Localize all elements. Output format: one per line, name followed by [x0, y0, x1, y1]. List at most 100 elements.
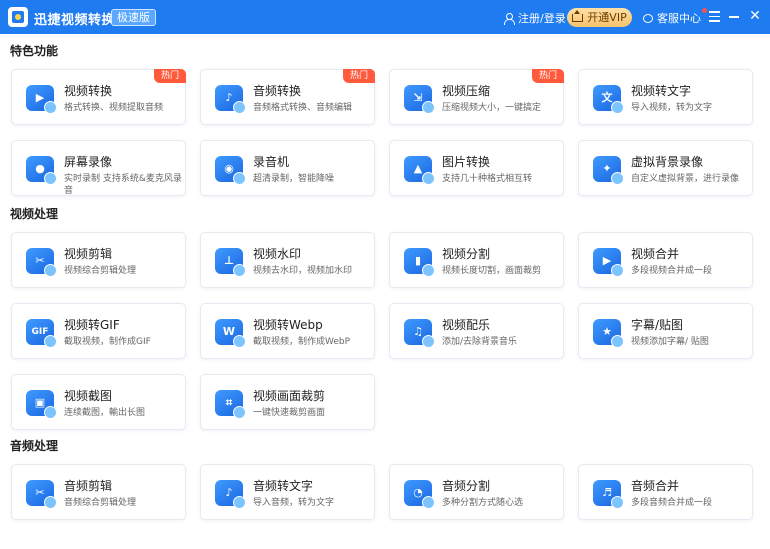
icon-glyph: ♫: [413, 325, 423, 338]
feature-name: 字幕/贴图: [631, 318, 684, 332]
feature-description: 导入视频，转为文字: [631, 103, 713, 113]
recorder-icon: ◉: [215, 156, 246, 185]
edition-badge: 极速版: [111, 9, 156, 26]
feature-card[interactable]: ♪ 音频转文字 导入音频，转为文字: [200, 464, 375, 520]
feature-description: 实时录制 支持系统&麦克风录音: [64, 174, 182, 196]
icon-glyph: ✂: [35, 254, 45, 267]
icon-glyph: ⊥: [223, 254, 235, 267]
feature-card[interactable]: ▶ 视频转换格式转换、视频提取音频 热门: [11, 69, 186, 125]
feature-name: 视频转文字: [631, 84, 692, 98]
feature-card[interactable]: ▣ 视频截图连续截图，輸出长图: [11, 374, 186, 430]
vip-label: 开通VIP: [587, 11, 627, 24]
audio-merge-icon: ♬: [593, 480, 624, 509]
feature-description: 连续截图，輸出长图: [64, 408, 146, 418]
feature-card[interactable]: ★ 字幕/贴图视频添加字幕/ 贴图: [578, 303, 753, 359]
audio-edit-icon: ✂: [26, 480, 57, 509]
feature-name: 视频压缩: [442, 84, 491, 98]
login-label: 注册/登录: [518, 12, 566, 25]
icon-glyph: ▶: [602, 254, 612, 267]
video-split-icon: ▮: [404, 248, 435, 277]
minimize-icon[interactable]: [726, 8, 742, 24]
feature-name: 音频转文字: [253, 479, 314, 493]
feature-card[interactable]: ◉ 录音机超清录制，智能降噪: [200, 140, 375, 196]
open-vip-button[interactable]: 开通VIP: [567, 8, 632, 27]
feature-description: 视频综合剪辑处理: [64, 266, 137, 276]
icon-glyph: ♪: [225, 486, 233, 499]
feature-card[interactable]: ● 屏幕录像 实时录制 支持系统&麦克风录音: [11, 140, 186, 196]
audio-convert-icon: ♪: [215, 85, 246, 114]
feature-card[interactable]: ♫ 视频配乐添加/去除背景音乐: [389, 303, 564, 359]
feature-description: 一键快速裁剪画面: [253, 408, 326, 418]
icon-glyph: ✦: [602, 162, 612, 175]
video-crop-icon: ⌗: [215, 390, 246, 419]
login-button[interactable]: 注册/登录: [504, 10, 566, 26]
feature-card[interactable]: ⊥ 视频水印视频去水印，视频加水印: [200, 232, 375, 288]
feature-description: 自定义虚拟背景，进行录像: [631, 174, 740, 184]
icon-glyph: ▶: [35, 91, 45, 104]
chat-icon: [643, 13, 653, 23]
screen-record-icon: ●: [26, 156, 57, 185]
video-compress-icon: ⇲: [404, 85, 435, 114]
feature-name: 视频转换: [64, 84, 113, 98]
feature-card[interactable]: ✂ 音频剪辑 音频综合剪辑处理: [11, 464, 186, 520]
close-icon[interactable]: ✕: [747, 8, 763, 24]
video-to-webp-icon: W: [215, 319, 246, 348]
feature-name: 音频分割: [442, 479, 491, 493]
icon-glyph: GIF: [31, 327, 49, 337]
menu-icon[interactable]: [706, 8, 722, 24]
feature-description: 添加/去除背景音乐: [442, 337, 518, 347]
feature-description: 多段音频合并成一段: [631, 498, 713, 508]
feature-card[interactable]: ◔ 音频分割多种分割方式随心选: [389, 464, 564, 520]
user-icon: [504, 12, 515, 25]
feature-name: 图片转换: [442, 155, 491, 169]
app-logo-icon: [8, 7, 28, 27]
feature-card[interactable]: ♪ 音频转换 音频格式转换、音频编辑 热门: [200, 69, 375, 125]
video-edit-icon: ✂: [26, 248, 57, 277]
feature-name: 视频分割: [442, 247, 491, 261]
video-screenshot-icon: ▣: [26, 390, 57, 419]
hot-badge: 热门: [154, 69, 186, 83]
feature-card[interactable]: ▲ 图片转换 支持几十种格式相互转: [389, 140, 564, 196]
feature-name: 视频截图: [64, 389, 113, 403]
video-convert-icon: ▶: [26, 85, 57, 114]
feature-name: 录音机: [253, 155, 290, 169]
feature-card[interactable]: ✦ 虚拟背景录像自定义虚拟背景，进行录像: [578, 140, 753, 196]
feature-name: 视频配乐: [442, 318, 491, 332]
feature-description: 截取视频，制作成GIF: [64, 337, 151, 347]
feature-card[interactable]: ▮ 视频分割视频长度切割，画面裁剪: [389, 232, 564, 288]
section-title: 音频处理: [10, 439, 59, 453]
video-to-text-icon: 文: [593, 85, 624, 114]
feature-description: 视频添加字幕/ 贴图: [631, 337, 709, 347]
feature-name: 视频合并: [631, 247, 680, 261]
icon-glyph: ▮: [414, 254, 422, 267]
section-title: 视频处理: [10, 207, 59, 221]
feature-name: 虚拟背景录像: [631, 155, 704, 169]
feature-card[interactable]: ⌗ 视频画面裁剪一键快速裁剪画面: [200, 374, 375, 430]
feature-card[interactable]: ▶ 视频合并多段视频合并成一段: [578, 232, 753, 288]
feature-description: 视频长度切割，画面裁剪: [442, 266, 542, 276]
customer-service-button[interactable]: 客服中心: [643, 8, 707, 26]
icon-glyph: 文: [601, 91, 613, 104]
feature-card[interactable]: W 视频转Webp 截取视频，制作成WebP: [200, 303, 375, 359]
feature-description: 压缩视频大小，一键搞定: [442, 103, 542, 113]
feature-card[interactable]: ♬ 音频合并多段音频合并成一段: [578, 464, 753, 520]
icon-glyph: ★: [602, 325, 612, 338]
feature-description: 格式转换、视频提取音频: [64, 103, 164, 113]
feature-name: 视频水印: [253, 247, 302, 261]
feature-card[interactable]: 文 视频转文字导入视频，转为文字: [578, 69, 753, 125]
hot-badge: 热门: [343, 69, 375, 83]
video-merge-icon: ▶: [593, 248, 624, 277]
feature-card[interactable]: ⇲ 视频压缩 压缩视频大小，一键搞定 热门: [389, 69, 564, 125]
feature-name: 音频合并: [631, 479, 680, 493]
crown-icon: [572, 9, 584, 22]
feature-card[interactable]: ✂ 视频剪辑 视频综合剪辑处理: [11, 232, 186, 288]
feature-description: 视频去水印，视频加水印: [253, 266, 353, 276]
feature-card[interactable]: GIF 视频转GIF 截取视频，制作成GIF: [11, 303, 186, 359]
feature-description: 多段视频合并成一段: [631, 266, 713, 276]
service-label: 客服中心: [657, 12, 701, 25]
feature-description: 超清录制，智能降噪: [253, 174, 335, 184]
feature-description: 多种分割方式随心选: [442, 498, 524, 508]
feature-name: 视频画面裁剪: [253, 389, 326, 403]
icon-glyph: ◔: [413, 486, 423, 499]
title-bar: 迅捷视频转换器 极速版 注册/登录 开通VIP 客服中心 ✕: [0, 0, 770, 34]
